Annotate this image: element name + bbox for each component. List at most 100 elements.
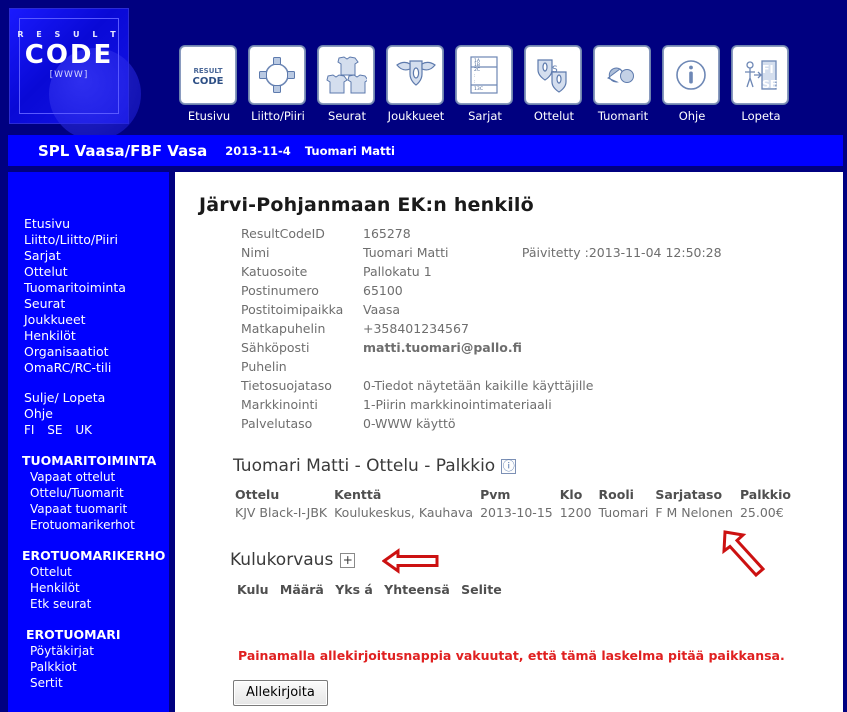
field-extra xyxy=(522,359,722,378)
sidebar-item-etk-ottelut[interactable]: Ottelut xyxy=(8,564,169,580)
palkkio-table: Ottelu Kenttä Pvm Klo Rooli Sarjataso Pa… xyxy=(235,487,798,520)
cell-rooli: Tuomari xyxy=(598,505,649,520)
sidebar-item-organisaatiot[interactable]: Organisaatiot xyxy=(8,344,169,360)
kulukorvaus-section-heading: Kulukorvaus + xyxy=(230,550,356,570)
nav-item-lopeta[interactable]: Lopeta xyxy=(732,46,790,123)
table-header-row: Ottelu Kenttä Pvm Klo Rooli Sarjataso Pa… xyxy=(235,487,798,505)
top-lang-uk[interactable]: UK xyxy=(762,92,779,107)
field-value: 65100 xyxy=(363,283,403,298)
sidebar-item-joukkueet[interactable]: Joukkueet xyxy=(8,312,169,328)
nav-item-ohje[interactable]: Ohje xyxy=(663,46,721,123)
svg-text::: : xyxy=(474,74,476,79)
table-row: Katuosoite Pallokatu 1 xyxy=(241,264,722,283)
table-row: Markkinointi 1-Piirin markkinointimateri… xyxy=(241,397,722,416)
nav-label-ottelut: Ottelut xyxy=(533,109,575,123)
table-row: Tietosuojataso 0-Tiedot näytetään kaikil… xyxy=(241,378,722,397)
cell-klo: 1200 xyxy=(559,505,592,520)
sidebar-item-vapaat-tuomarit[interactable]: Vapaat tuomarit xyxy=(8,501,169,517)
sidebar-item-liitto-piiri[interactable]: Liitto/Liitto/Piiri xyxy=(8,232,169,248)
field-label: Sähköposti xyxy=(241,340,310,355)
nav-item-sarjat[interactable]: 1A 1B 2C : : 13C Sarjat xyxy=(456,46,514,123)
info-icon[interactable]: ⓘ xyxy=(501,458,517,474)
sidebar-item-seurat[interactable]: Seurat xyxy=(8,296,169,312)
table-row[interactable]: KJV Black-I-JBK Koulukeskus, Kauhava 201… xyxy=(235,505,798,520)
two-shields-match-icon: S xyxy=(525,46,581,104)
field-extra xyxy=(522,302,722,321)
sidebar-lang-uk[interactable]: UK xyxy=(75,423,92,437)
sidebar-item-sertit[interactable]: Sertit xyxy=(8,675,169,691)
top-lang-se[interactable]: SE xyxy=(762,77,779,92)
field-extra xyxy=(522,321,722,340)
info-circle-icon xyxy=(663,46,719,104)
field-label: ResultCodeID xyxy=(241,226,325,241)
svg-text:CODE: CODE xyxy=(193,76,224,87)
sidebar-item-tuomaritoiminta[interactable]: Tuomaritoiminta xyxy=(8,280,169,296)
nav-label-etusivu: Etusivu xyxy=(187,109,231,123)
svg-text:S: S xyxy=(552,65,558,75)
sidebar-item-erotuomarikerhot[interactable]: Erotuomarikerhot xyxy=(8,517,169,533)
field-value: Pallokatu 1 xyxy=(363,264,432,279)
sidebar-item-poytakirjat[interactable]: Pöytäkirjat xyxy=(8,643,169,659)
field-extra xyxy=(522,226,722,245)
field-extra xyxy=(522,264,722,283)
table-row: Palvelutaso 0-WWW käyttö xyxy=(241,416,722,435)
sidebar-item-etk-seurat[interactable]: Etk seurat xyxy=(8,596,169,612)
sign-button[interactable]: Allekirjoita xyxy=(233,680,328,706)
sidebar-item-palkkiot[interactable]: Palkkiot xyxy=(8,659,169,675)
table-row: Matkapuhelin +358401234567 xyxy=(241,321,722,340)
column-header-yks-a: Yks á xyxy=(335,582,373,597)
top-lang-fi[interactable]: FI xyxy=(762,62,779,77)
nav-item-liitto-piiri[interactable]: Liitto/Piiri xyxy=(249,46,307,123)
field-label: Postinumero xyxy=(241,283,319,298)
red-diagonal-arrow-annotation xyxy=(718,528,770,584)
sidebar-item-etusivu[interactable]: Etusivu xyxy=(8,216,169,232)
exit-door-icon xyxy=(732,46,788,104)
sidebar-top-spacer xyxy=(8,172,169,216)
sidebar-item-omarc[interactable]: OmaRC/RC-tili xyxy=(8,360,169,376)
field-value-email: matti.tuomari@pallo.fi xyxy=(363,340,522,355)
nav-item-ottelut[interactable]: S Ottelut xyxy=(525,46,583,123)
field-value: Tuomari Matti xyxy=(363,245,449,260)
organization-name: SPL Vaasa/FBF Vasa xyxy=(38,141,208,160)
field-value: +358401234567 xyxy=(363,321,469,336)
palkkio-heading-text: Tuomari Matti - Ottelu - Palkkio xyxy=(233,456,496,476)
column-header-kentta: Kenttä xyxy=(334,487,382,502)
field-label: Postitoimipaikka xyxy=(241,302,344,317)
sidebar-item-ohje[interactable]: Ohje xyxy=(8,406,169,422)
table-row: Postitoimipaikka Vaasa xyxy=(241,302,722,321)
nav-item-seurat[interactable]: Seurat xyxy=(318,46,376,123)
sidebar-item-ottelu-tuomarit[interactable]: Ottelu/Tuomarit xyxy=(8,485,169,501)
sidebar-heading-erotuomarikerho: EROTUOMARIKERHO xyxy=(22,548,166,563)
svg-text:RESULT: RESULT xyxy=(194,67,223,75)
sidebar-lang-fi[interactable]: FI xyxy=(24,423,34,437)
field-label: Katuosoite xyxy=(241,264,308,279)
nav-label-sarjat: Sarjat xyxy=(468,109,502,123)
context-title-bar: SPL Vaasa/FBF Vasa 2013-11-4 Tuomari Mat… xyxy=(8,135,843,166)
field-extra-updated: Päivitetty :2013-11-04 12:50:28 xyxy=(521,245,722,260)
sidebar-item-vapaat-ottelut[interactable]: Vapaat ottelut xyxy=(8,469,169,485)
nav-item-etusivu[interactable]: RESULT CODE Etusivu xyxy=(180,46,238,123)
sidebar-item-sulje-lopeta[interactable]: Sulje/ Lopeta xyxy=(8,390,169,406)
nav-label-tuomarit: Tuomarit xyxy=(597,109,649,123)
resultcode-logo[interactable]: R E S U L T CODE [WWW] xyxy=(9,8,141,140)
whistle-icon xyxy=(594,46,650,104)
field-label: Palvelutaso xyxy=(241,416,313,431)
left-sidebar: Etusivu Liitto/Liitto/Piiri Sarjat Ottel… xyxy=(8,172,169,712)
logo-result-text: R E S U L T xyxy=(17,30,121,39)
red-left-arrow-annotation xyxy=(381,548,440,578)
sidebar-item-sarjat[interactable]: Sarjat xyxy=(8,248,169,264)
sidebar-item-etk-henkilot[interactable]: Henkilöt xyxy=(8,580,169,596)
table-row: ResultCodeID 165278 xyxy=(241,226,722,245)
sidebar-lang-se[interactable]: SE xyxy=(47,423,62,437)
nav-label-lopeta: Lopeta xyxy=(741,109,781,123)
nav-item-joukkueet[interactable]: Joukkueet xyxy=(387,46,445,123)
nav-item-tuomarit[interactable]: Tuomarit xyxy=(594,46,652,123)
logo-www-text: [WWW] xyxy=(49,70,89,80)
network-circle-icon xyxy=(249,46,305,104)
field-extra xyxy=(522,283,722,302)
field-label: Nimi xyxy=(241,245,270,260)
add-expense-button[interactable]: + xyxy=(340,552,356,568)
sidebar-item-ottelut[interactable]: Ottelut xyxy=(8,264,169,280)
sidebar-item-henkilot[interactable]: Henkilöt xyxy=(8,328,169,344)
